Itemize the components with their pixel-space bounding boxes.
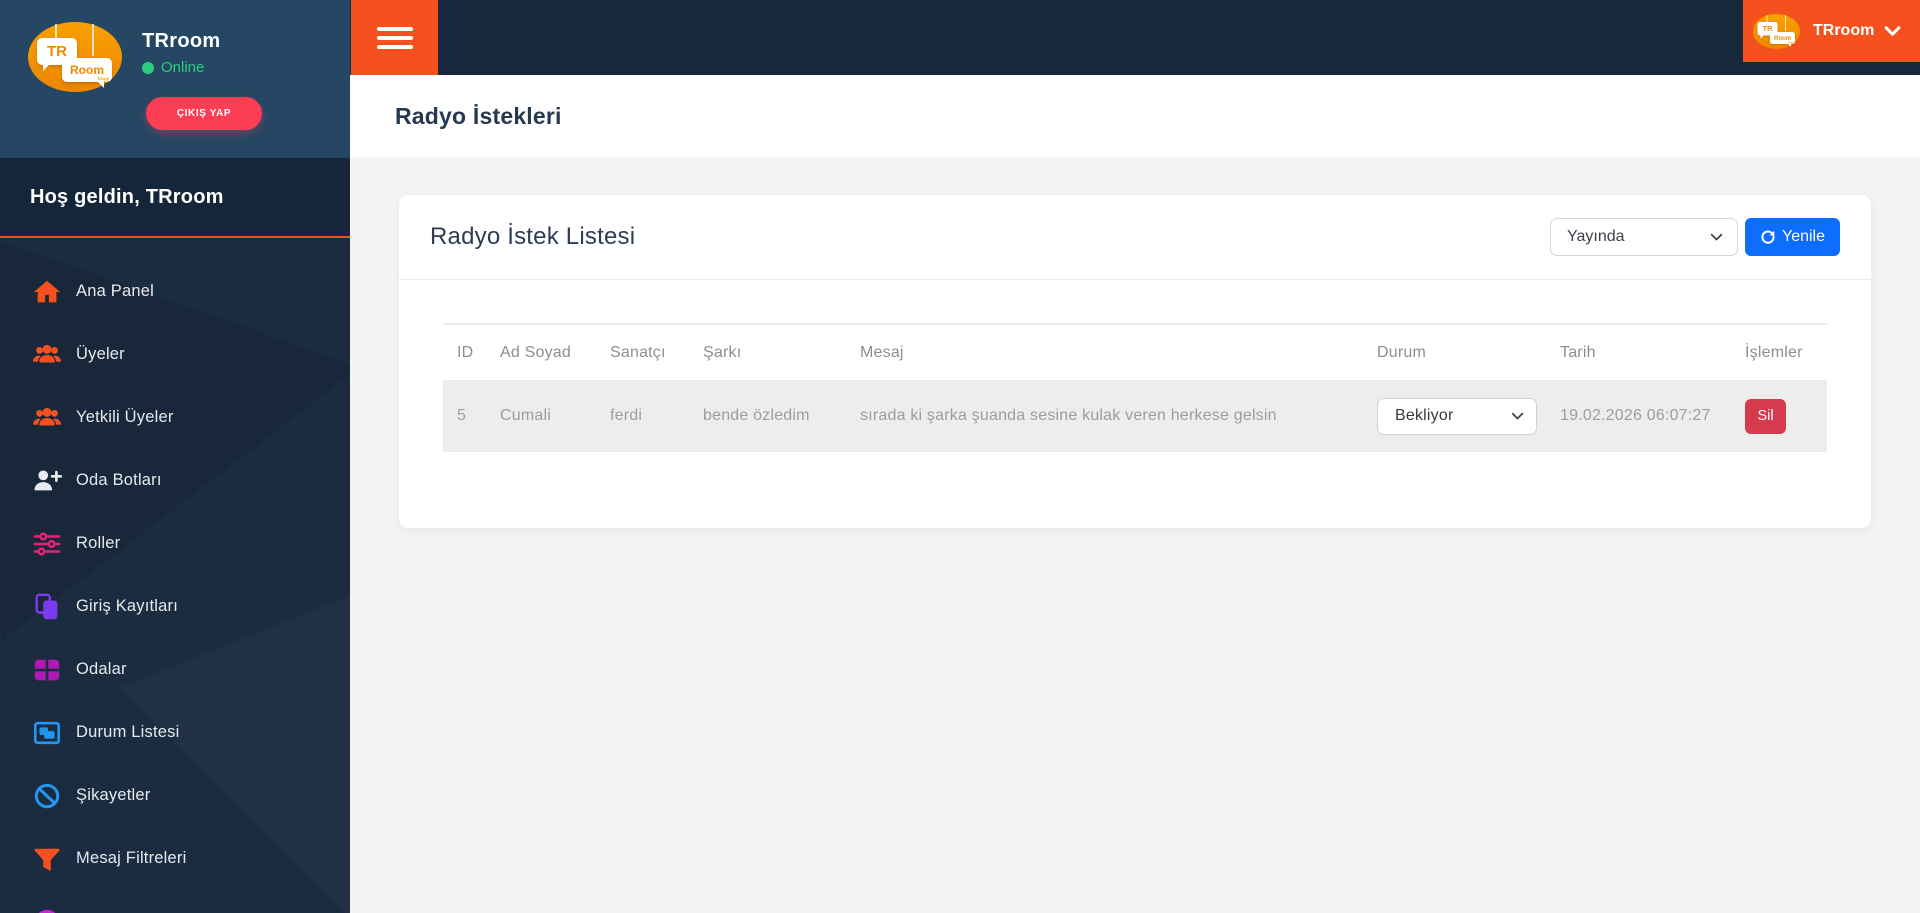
users-icon (32, 403, 62, 433)
page-title: Radyo İstekleri (395, 102, 562, 129)
filter-icon (32, 844, 62, 874)
delete-button[interactable]: Sil (1745, 398, 1786, 434)
sidebar-nav: Ana Panel Üyeler Yetkili Üyeler Oda Botl… (0, 240, 350, 913)
refresh-label: Yenile (1781, 228, 1825, 245)
sidebar-item-durum-listesi[interactable]: Durum Listesi (0, 701, 350, 764)
radio-request-table: ID Ad Soyad Sanatçı Şarkı Mesaj Durum Ta… (443, 323, 1827, 452)
sidebar-item-mesaj-filtreleri[interactable]: Mesaj Filtreleri (0, 827, 350, 890)
column-header-status: Durum (1377, 343, 1427, 361)
column-header-message: Mesaj (860, 343, 904, 361)
profile-name: TRroom (142, 30, 221, 52)
card-header: Radyo İstek Listesi Yayında Yenile (399, 195, 1871, 280)
menu-toggle-button[interactable] (351, 0, 438, 75)
row-id: 5 (457, 407, 467, 424)
page-header: Radyo İstekleri (350, 75, 1920, 157)
logout-button[interactable]: ÇIKIŞ YAP (146, 97, 262, 130)
table-row: 5 Cumali ferdi bende özledim sırada ki ş… (443, 380, 1827, 452)
home-icon (32, 277, 62, 307)
column-header-date: Tarih (1560, 343, 1596, 361)
welcome-banner: Hoş geldin, TRroom (0, 158, 350, 238)
row-status-cell: Bekliyor (1377, 397, 1560, 435)
copy-icon (32, 592, 62, 622)
sidebar-item-partial[interactable] (0, 890, 350, 913)
ban-icon (32, 781, 62, 811)
row-date: 19.02.2026 06:07:27 (1560, 407, 1711, 424)
refresh-icon (1761, 230, 1775, 244)
column-header-name: Ad Soyad (500, 343, 571, 361)
sidebar-item-yetkili-uyeler[interactable]: Yetkili Üyeler (0, 386, 350, 449)
row-actions-cell: Sil (1745, 398, 1827, 434)
radio-request-card: Radyo İstek Listesi Yayında Yenile ID Ad… (399, 195, 1871, 528)
online-status-dot (142, 61, 154, 74)
row-name: Cumali (500, 407, 551, 424)
user-menu[interactable]: TR Room Net TRroom (1743, 0, 1920, 62)
sidebar-item-odalar[interactable]: Odalar (0, 638, 350, 701)
status-filter-value: Yayında (1567, 228, 1625, 245)
column-header-artist: Sanatçı (610, 343, 666, 361)
row-artist: ferdi (610, 407, 643, 424)
bars-icon (376, 26, 413, 49)
images-icon (32, 718, 62, 748)
app-logo: TR Room Net (28, 22, 122, 92)
refresh-button[interactable]: Yenile (1745, 218, 1840, 256)
online-status: Online (142, 59, 204, 76)
user-plus-icon (32, 466, 62, 496)
user-avatar-logo: TR Room Net (1753, 12, 1803, 50)
logo-bubble-room: Room Net (62, 58, 112, 88)
table-icon (32, 655, 62, 685)
circle-icon (32, 907, 62, 913)
table-header-row: ID Ad Soyad Sanatçı Şarkı Mesaj Durum Ta… (443, 325, 1827, 380)
column-header-song: Şarkı (703, 343, 742, 361)
chevron-down-icon (1511, 412, 1524, 419)
sidebar-item-uyeler[interactable]: Üyeler (0, 323, 350, 386)
sidebar-item-oda-botlari[interactable]: Oda Botları (0, 449, 350, 512)
column-header-actions: İşlemler (1745, 343, 1803, 361)
card-controls: Yayında Yenile (1550, 218, 1840, 256)
topbar: TR Room Net TRroom (350, 0, 1920, 75)
column-header-id: ID (457, 343, 474, 361)
user-menu-name: TRroom (1813, 22, 1875, 39)
chevron-down-icon (1710, 233, 1723, 240)
status-filter-select[interactable]: Yayında (1550, 218, 1738, 256)
row-song: bende özledim (703, 407, 810, 424)
users-icon (32, 340, 62, 370)
sidebar: TR Room Net TRroom Online ÇIKIŞ YAP Hoş g… (0, 0, 350, 913)
row-status-value: Bekliyor (1395, 407, 1454, 424)
sidebar-item-ana-panel[interactable]: Ana Panel (0, 260, 350, 323)
row-message: sırada ki şarka şuanda sesine kulak vere… (860, 407, 1277, 424)
card-title: Radyo İstek Listesi (430, 223, 636, 250)
sidebar-item-giris-kayitlari[interactable]: Giriş Kayıtları (0, 575, 350, 638)
sidebar-item-roller[interactable]: Roller (0, 512, 350, 575)
row-status-select[interactable]: Bekliyor (1377, 397, 1537, 435)
sidebar-item-sikayetler[interactable]: Şikayetler (0, 764, 350, 827)
sidebar-profile: TR Room Net TRroom Online ÇIKIŞ YAP (0, 0, 350, 158)
sliders-icon (32, 529, 62, 559)
chevron-down-icon (1884, 25, 1901, 36)
